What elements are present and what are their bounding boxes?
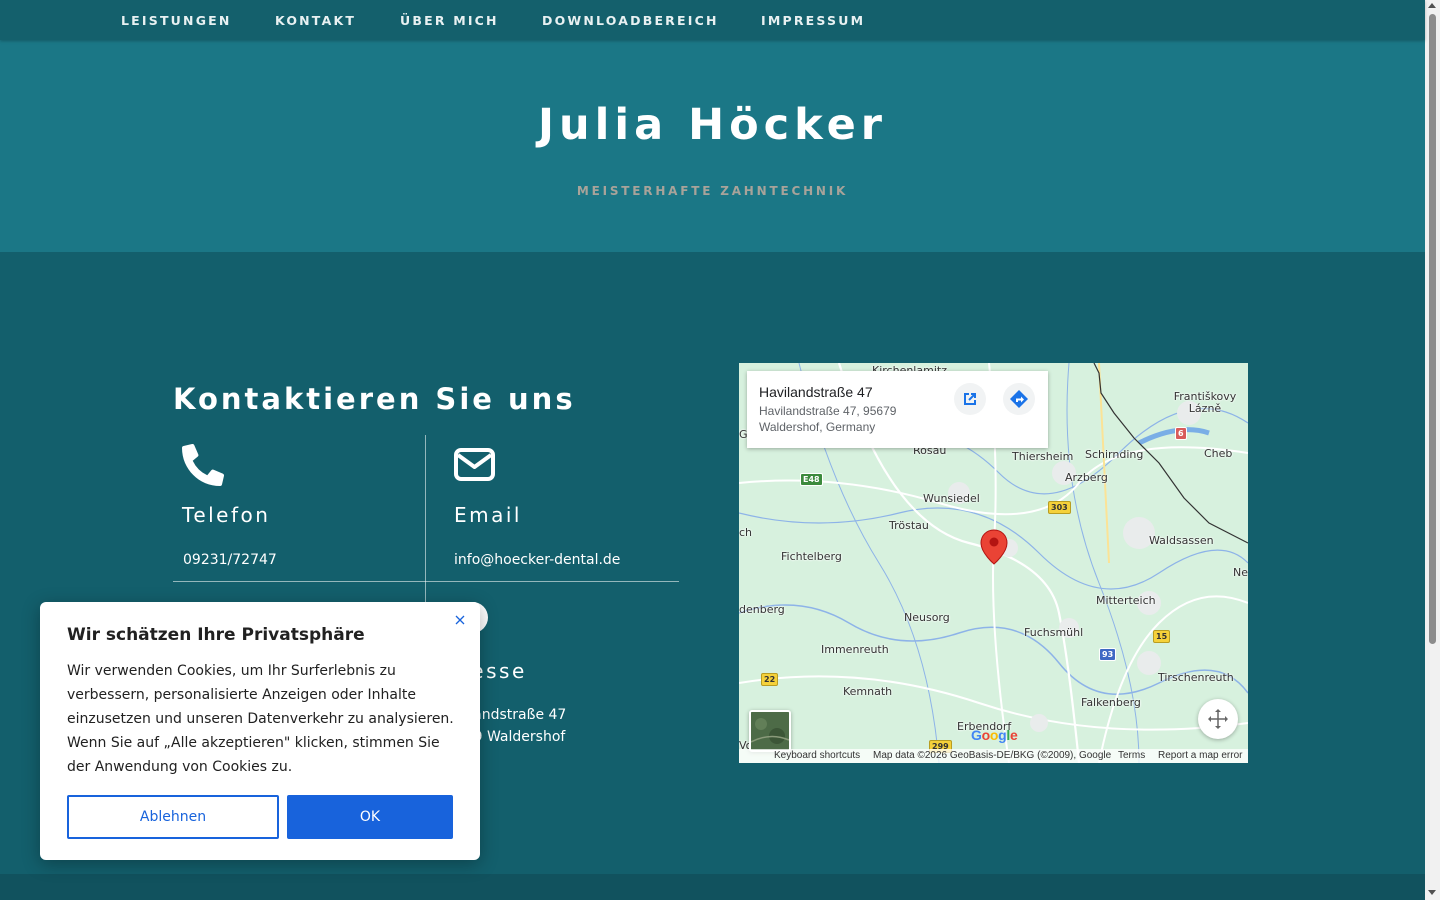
road-shield: E48 bbox=[800, 473, 823, 486]
close-icon[interactable] bbox=[451, 611, 469, 629]
footer-strip bbox=[0, 874, 1425, 900]
scroll-down-arrow-icon[interactable] bbox=[1428, 890, 1436, 895]
google-logo: Google bbox=[971, 727, 1018, 743]
map-card-title: Havilandstraße 47 bbox=[759, 384, 873, 400]
scrollbar-thumb[interactable] bbox=[1429, 14, 1436, 644]
nav-item-impressum[interactable]: IMPRESSUM bbox=[761, 13, 865, 28]
map-card-address-line1: Havilandstraße 47, 95679 bbox=[759, 404, 897, 418]
hero-section: Julia Höcker MEISTERHAFTE ZAHNTECHNIK bbox=[0, 40, 1425, 252]
nav-item-kontakt[interactable]: KONTAKT bbox=[275, 13, 356, 28]
cookie-text: Wir verwenden Cookies, um Ihr Surferlebn… bbox=[67, 663, 454, 775]
scroll-up-arrow-icon[interactable] bbox=[1428, 3, 1436, 8]
map-place-label: Fuchsmühl bbox=[1024, 626, 1084, 639]
fullscreen-button[interactable] bbox=[1198, 699, 1238, 739]
reject-cookies-button[interactable]: Ablehnen bbox=[67, 795, 279, 839]
map-place-label: Schirnding bbox=[1085, 448, 1144, 461]
contact-heading: Kontaktieren Sie uns bbox=[173, 382, 576, 416]
directions-button[interactable] bbox=[1003, 383, 1035, 415]
map-place-label: Wunsiedel bbox=[923, 492, 980, 505]
road-shield: 6 bbox=[1175, 427, 1187, 440]
external-link-icon bbox=[964, 393, 976, 405]
map-place-label: Neusorg bbox=[904, 611, 950, 624]
cookie-consent-dialog: Wir schätzen Ihre Privatsphäre Wir verwe… bbox=[40, 602, 480, 860]
map-place-label: Mitterteich bbox=[1096, 594, 1156, 607]
phone-label: Telefon bbox=[182, 503, 271, 527]
report-map-error-link[interactable]: Report a map error bbox=[1158, 750, 1242, 761]
keyboard-shortcuts-link[interactable]: Keyboard shortcuts bbox=[774, 750, 860, 761]
phone-icon bbox=[182, 444, 224, 490]
satellite-toggle-button[interactable] bbox=[749, 710, 791, 752]
nav-item-leistungen[interactable]: LEISTUNGEN bbox=[121, 13, 232, 28]
map-place-label: Františkovy Lázně bbox=[1173, 390, 1237, 415]
map-data-attribution: Map data ©2026 GeoBasis-DE/BKG (©2009), … bbox=[873, 750, 1112, 761]
map-place-label: Fichtelberg bbox=[781, 550, 842, 563]
road-shield: 15 bbox=[1153, 630, 1171, 643]
satellite-thumbnail-icon bbox=[751, 712, 789, 750]
map-place-label: Thiersheim bbox=[1012, 450, 1074, 463]
phone-value[interactable]: 09231/72747 bbox=[183, 549, 277, 571]
email-label: Email bbox=[454, 503, 522, 527]
site-subtitle: MEISTERHAFTE ZAHNTECHNIK bbox=[576, 184, 849, 198]
map-card-address-line2: Waldershof, Germany bbox=[759, 420, 876, 434]
nav-item-ueber-mich[interactable]: ÜBER MICH bbox=[400, 13, 499, 28]
map-place-label: Kemnath bbox=[843, 685, 893, 698]
fullscreen-icon bbox=[1208, 709, 1228, 729]
divider-horizontal bbox=[173, 581, 679, 582]
page-scrollbar[interactable] bbox=[1425, 0, 1440, 900]
site-title: Julia Höcker bbox=[538, 100, 887, 150]
road-shield: 22 bbox=[761, 673, 779, 686]
road-shield: 93 bbox=[1099, 648, 1117, 661]
map-attribution-bar: Keyboard shortcuts Map data ©2026 GeoBas… bbox=[739, 749, 1248, 763]
map-place-label: denberg bbox=[739, 603, 785, 616]
envelope-icon bbox=[454, 448, 495, 485]
email-value[interactable]: info@hoecker-dental.de bbox=[454, 549, 620, 571]
road-shield: 303 bbox=[1048, 501, 1071, 514]
map-place-label: Ne bbox=[1233, 566, 1248, 579]
top-navigation: LEISTUNGEN KONTAKT ÜBER MICH DOWNLOADBER… bbox=[0, 0, 1425, 40]
map-place-label: Immenreuth bbox=[821, 643, 889, 656]
accept-cookies-button[interactable]: OK bbox=[287, 795, 453, 839]
directions-icon bbox=[1010, 390, 1028, 408]
google-map[interactable]: Kirchenlamitz Františkovy Lázně Rosau Th… bbox=[739, 363, 1248, 763]
open-in-maps-button[interactable] bbox=[954, 383, 986, 415]
map-place-label: Tirschenreuth bbox=[1158, 671, 1234, 684]
nav-item-downloadbereich[interactable]: DOWNLOADBEREICH bbox=[542, 13, 719, 28]
map-place-label: Cheb bbox=[1204, 447, 1233, 460]
cookie-title: Wir schätzen Ihre Privatsphäre bbox=[67, 625, 365, 645]
map-place-label: Arzberg bbox=[1065, 471, 1108, 484]
terms-link[interactable]: Terms bbox=[1118, 750, 1145, 761]
map-place-label: Waldsassen bbox=[1149, 534, 1214, 547]
map-place-label: ch bbox=[739, 526, 753, 539]
map-place-label: Tröstau bbox=[889, 519, 929, 532]
map-pin-icon[interactable] bbox=[980, 529, 1008, 569]
map-place-label: Falkenberg bbox=[1081, 696, 1141, 709]
map-info-card: Havilandstraße 47 Havilandstraße 47, 956… bbox=[747, 371, 1048, 448]
